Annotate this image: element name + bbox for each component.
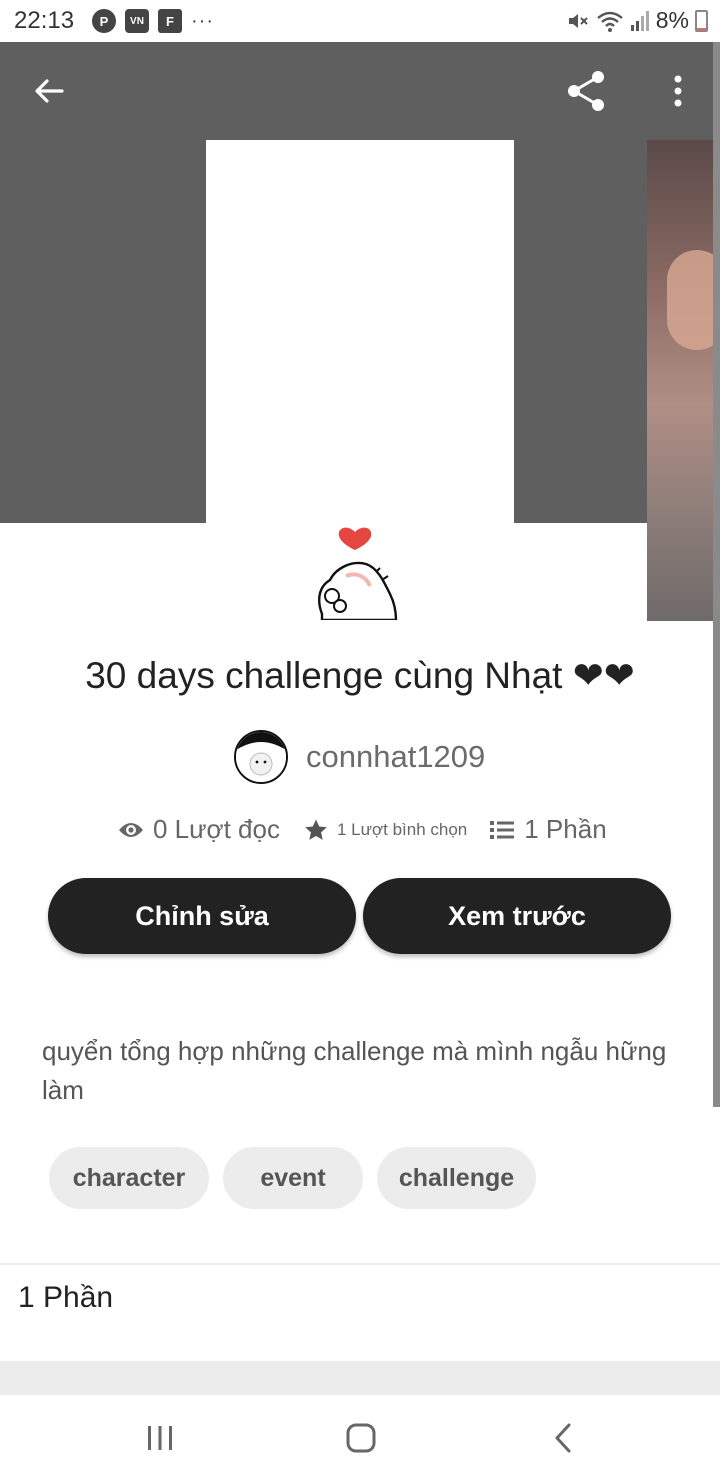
home-button[interactable] bbox=[336, 1413, 386, 1463]
author-row[interactable]: connhat1209 bbox=[234, 730, 485, 784]
system-status: 8% bbox=[566, 7, 708, 34]
avatar-image bbox=[236, 732, 286, 782]
battery-icon bbox=[695, 9, 708, 32]
edit-button[interactable]: Chỉnh sửa bbox=[48, 878, 356, 954]
next-story-cover[interactable] bbox=[647, 140, 720, 621]
battery-percent: 8% bbox=[655, 7, 689, 33]
section-spacer bbox=[0, 1361, 720, 1395]
signal-icon bbox=[630, 10, 649, 31]
preview-button[interactable]: Xem trước bbox=[363, 878, 671, 954]
share-button[interactable] bbox=[562, 66, 612, 116]
bear-paw-heart-image bbox=[318, 527, 398, 620]
mute-icon bbox=[568, 13, 588, 28]
home-icon bbox=[346, 1423, 376, 1453]
tag-challenge[interactable]: challenge bbox=[377, 1147, 536, 1209]
avatar[interactable] bbox=[234, 730, 288, 784]
recent-apps-button[interactable] bbox=[135, 1413, 185, 1463]
arrow-left-icon bbox=[35, 79, 64, 103]
story-description: quyển tổng hợp những challenge mà mình n… bbox=[42, 1036, 667, 1105]
tag-event[interactable]: event bbox=[223, 1147, 363, 1209]
more-vertical-icon bbox=[674, 75, 682, 107]
share-icon bbox=[568, 71, 604, 111]
more-notifications-icon: ··· bbox=[191, 10, 214, 32]
status-time: 22:13 bbox=[14, 7, 75, 34]
story-cover[interactable] bbox=[206, 140, 514, 620]
author-name[interactable]: connhat1209 bbox=[306, 739, 485, 775]
recent-apps-icon bbox=[148, 1426, 172, 1450]
reads-stat: 0 Lượt đọc bbox=[118, 814, 280, 845]
votes-stat: 1 Lượt bình chọn bbox=[304, 818, 467, 842]
navigation-bar bbox=[0, 1395, 720, 1480]
notification-icons: P VN F ··· bbox=[92, 9, 214, 33]
back-icon bbox=[555, 1423, 571, 1453]
pinterest-icon: P bbox=[92, 9, 116, 33]
list-icon bbox=[490, 820, 515, 839]
parts-stat: 1 Phần bbox=[489, 814, 607, 845]
battery-level bbox=[697, 28, 706, 30]
vnexpress-icon: VN bbox=[125, 9, 149, 33]
scrollbar[interactable] bbox=[713, 42, 720, 1107]
reads-count: 0 Lượt đọc bbox=[153, 814, 280, 844]
status-bar: 22:13 P VN F ··· 8% bbox=[0, 0, 720, 42]
tag-character[interactable]: character bbox=[49, 1147, 209, 1209]
parts-heading[interactable]: 1 Phần bbox=[18, 1281, 113, 1315]
more-options-button[interactable] bbox=[660, 70, 696, 112]
back-button[interactable] bbox=[28, 70, 70, 112]
wifi-icon bbox=[596, 11, 623, 32]
tag-list: character event challenge bbox=[49, 1147, 536, 1209]
system-back-button[interactable] bbox=[538, 1413, 588, 1463]
story-title: 30 days challenge cùng Nhạt ❤❤ bbox=[85, 655, 635, 696]
section-divider bbox=[0, 1263, 720, 1265]
story-stats: 0 Lượt đọc 1 Lượt bình chọn 1 Phần bbox=[118, 814, 607, 845]
flipboard-icon: F bbox=[158, 9, 182, 33]
votes-count: 1 Lượt bình chọn bbox=[336, 819, 468, 839]
parts-count: 1 Phần bbox=[524, 814, 607, 844]
star-icon bbox=[305, 819, 327, 840]
eye-icon bbox=[119, 822, 143, 837]
